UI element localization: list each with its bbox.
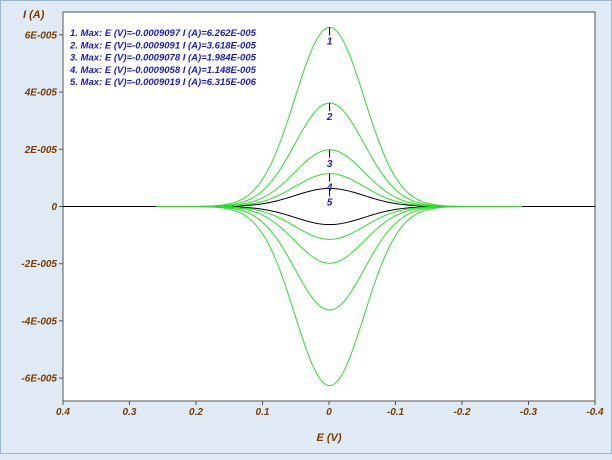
y-tick-label: -2E-005	[21, 259, 57, 270]
chart: 0.4 0.3 0.2 0.1 0 -0.1 -0.2 -0.3 -0.4 6E-005 4E-0…	[21, 9, 604, 444]
y-axis-label: I (A)	[23, 9, 45, 21]
y-tick-label: 2E-005	[24, 145, 58, 156]
y-tick-label: -6E-005	[21, 374, 57, 385]
x-tick-label: 0.3	[123, 407, 137, 418]
peak-label-2: 2	[326, 112, 333, 123]
x-tick-label: 0	[326, 407, 332, 418]
peak-label-3: 3	[327, 159, 333, 170]
annotation-3: 3. Max: E (V)=-0.0009078 I (A)=1.984E-00…	[70, 53, 257, 64]
annotation-1: 1. Max: E (V)=-0.0009097 I (A)=6.262E-00…	[70, 28, 257, 39]
chart-window: 0.4 0.3 0.2 0.1 0 -0.1 -0.2 -0.3 -0.4 6E-005 4E-0…	[0, 0, 612, 454]
x-tick-label: -0.4	[586, 407, 604, 418]
y-tick-label: 6E-005	[25, 30, 58, 41]
x-axis: 0.4 0.3 0.2 0.1 0 -0.1 -0.2 -0.3 -0.4	[56, 401, 604, 418]
y-tick-label: 4E-005	[24, 88, 58, 99]
x-tick-label: -0.3	[520, 407, 538, 418]
x-tick-label: -0.1	[387, 407, 405, 418]
x-axis-label: E (V)	[316, 432, 341, 444]
annotation-4: 4. Max: E (V)=-0.0009058 I (A)=1.148E-00…	[69, 65, 257, 76]
peak-label-1: 1	[327, 36, 333, 47]
x-tick-label: 0.4	[56, 407, 70, 418]
annotation-5: 5. Max: E (V)=-0.0009019 I (A)=6.315E-00…	[70, 77, 257, 88]
x-tick-label: 0.2	[189, 407, 203, 418]
annotation-2: 2. Max: E (V)=-0.0009091 I (A)=3.618E-00…	[69, 40, 257, 51]
peak-label-5: 5	[327, 197, 333, 208]
legend-annotations: 1. Max: E (V)=-0.0009097 I (A)=6.262E-00…	[69, 28, 257, 88]
x-tick-label: 0.1	[256, 407, 270, 418]
y-tick-label: -4E-005	[21, 316, 57, 327]
y-tick-label: 0	[51, 202, 57, 213]
y-axis: 6E-005 4E-005 2E-005 0 -2E-005 -4E-005 -6E-005	[21, 30, 63, 385]
x-tick-label: -0.2	[453, 407, 471, 418]
